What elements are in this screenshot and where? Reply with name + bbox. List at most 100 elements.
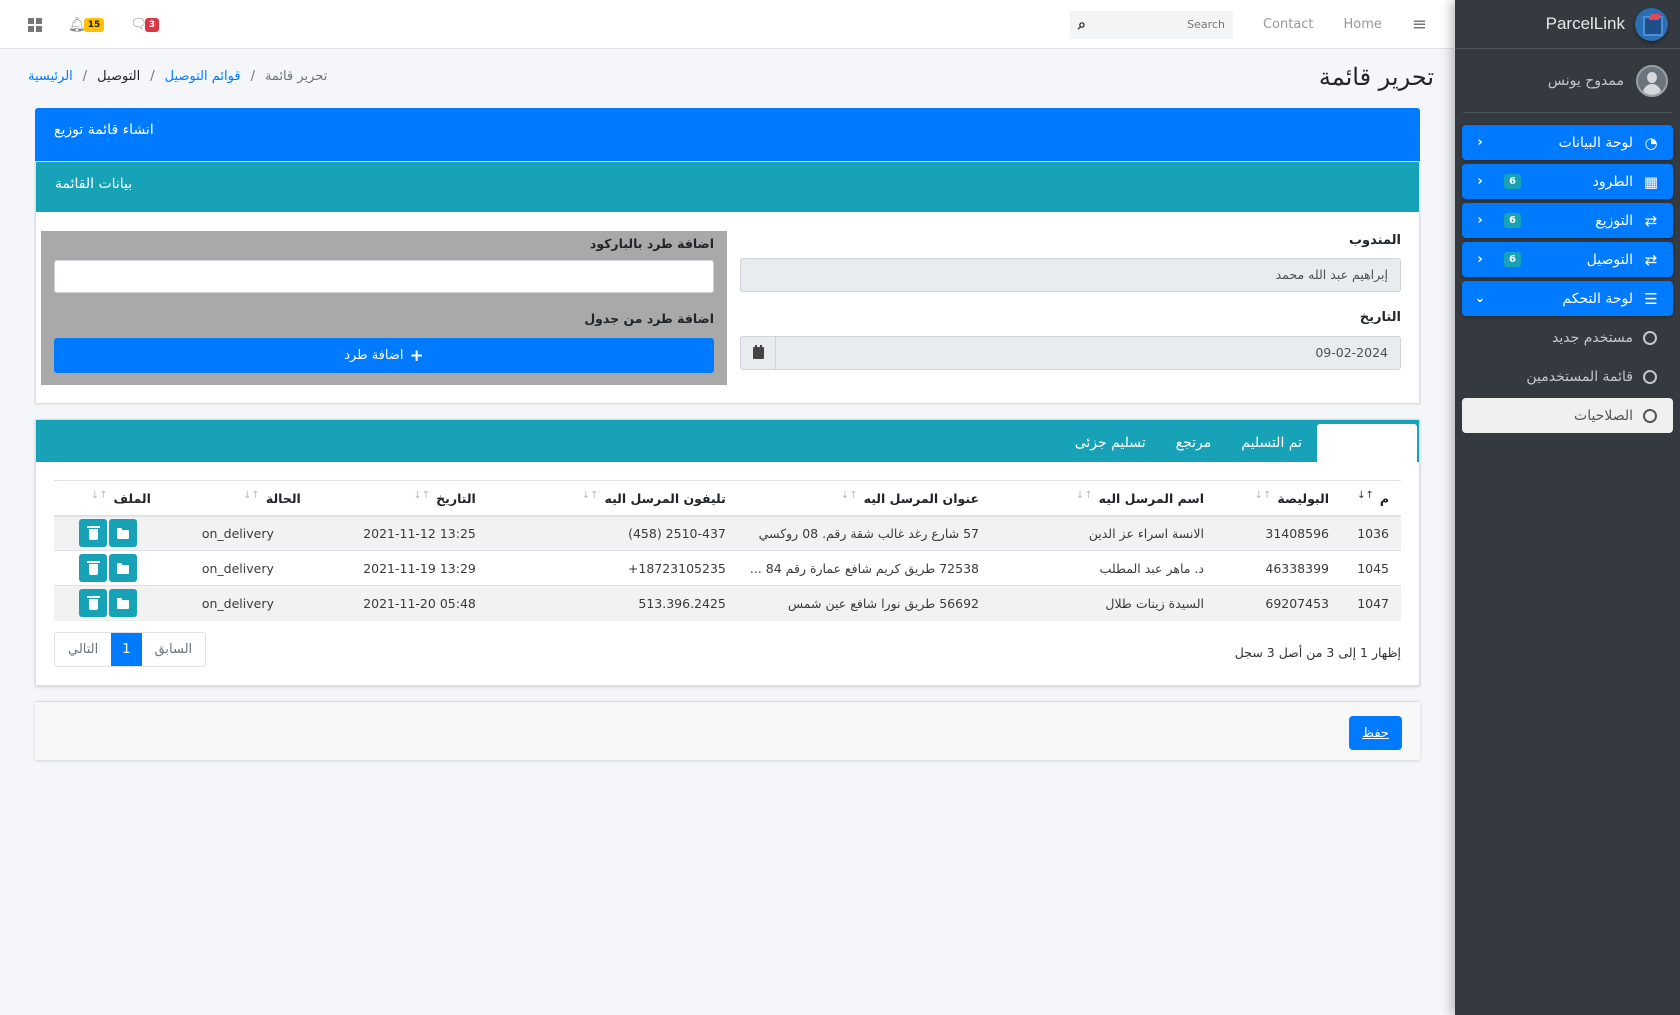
- cell-recipient-phone: +18723105235: [487, 550, 738, 586]
- cell-date: 05:48 2021-11-20: [312, 585, 488, 621]
- sort-icon: ↑↓: [1254, 489, 1272, 501]
- column-label: اسم المرسل اليه: [1098, 490, 1204, 506]
- open-file-button[interactable]: [109, 519, 138, 548]
- delete-button[interactable]: [79, 554, 108, 582]
- tab-delivered[interactable]: تم التسليم: [1226, 424, 1317, 462]
- cell-id: 1036: [1341, 515, 1401, 551]
- notifications-badge: 15: [83, 17, 105, 32]
- date-input-group: 09-02-2024: [740, 336, 1401, 370]
- breadcrumb-home[interactable]: الرئيسية: [28, 69, 73, 84]
- save-button[interactable]: حفظ: [1349, 716, 1402, 750]
- user-avatar-icon: [1636, 64, 1668, 97]
- section-title: بيانات القائمة: [55, 176, 133, 192]
- breadcrumb-delivery-lists[interactable]: قوائم التوصيل: [165, 69, 241, 84]
- card-title: انشاء قائمة توزيع: [54, 122, 154, 138]
- top-navbar: 🔔︎ 15 🗨︎ 3 ⌕ Contact Home ≡: [0, 0, 1455, 49]
- cell-id: 1047: [1341, 585, 1401, 621]
- breadcrumb-current: تحرير قائمة: [264, 69, 328, 84]
- column-header-recipient-phone[interactable]: تليفون المرسل اليه ↑↓: [487, 480, 738, 517]
- sort-icon: ↑↓: [413, 489, 431, 501]
- sidebar-subitem-users-list[interactable]: قائمة المستخدمين: [1462, 359, 1673, 394]
- sidebar-item-parcels[interactable]: ▦ الطرود 6 ‹: [1462, 164, 1673, 199]
- table-info: إظهار 1 إلى 3 من أصل 3 سجل: [1234, 645, 1401, 660]
- menu-toggle-icon[interactable]: ≡: [1412, 14, 1427, 35]
- cell-recipient-address: 72538 طريق كريم شافع عمارة رقم 84 ...: [737, 550, 991, 586]
- cell-id: 1045: [1341, 550, 1401, 586]
- pagination-previous[interactable]: السابق: [142, 633, 206, 666]
- table-area: م ↑↓ البوليصة ↑↓ اسم المرسل اليه ↑↓ عنوان ا…: [54, 480, 1401, 621]
- barcode-label: اضافة طرد بالباركود: [589, 236, 714, 251]
- date-field[interactable]: 09-02-2024: [775, 336, 1401, 370]
- brand-link[interactable]: ParcelLink: [1455, 0, 1680, 49]
- delete-button[interactable]: [79, 589, 108, 618]
- phone-text: 513.396.2425: [638, 595, 726, 611]
- parcels-tabs-card: تم التسليم مرتجع تسليم جزئى م ↑↓ البوليصة…: [35, 419, 1420, 686]
- cell-actions: [54, 515, 163, 551]
- sidebar-subitem-label: قائمة المستخدمين: [1526, 368, 1633, 385]
- sidebar-item-control-panel[interactable]: ☰ لوحة التحكم ⌄: [1462, 281, 1673, 316]
- cell-recipient-address: 56692 طريق نورا شافع عين شمس: [737, 585, 991, 621]
- user-panel[interactable]: ممدوح يونس: [1463, 49, 1672, 113]
- breadcrumb-separator: /: [82, 69, 88, 84]
- notifications-button[interactable]: 🔔︎ 15: [68, 17, 105, 33]
- chevron-down-icon: ⌄: [1474, 291, 1486, 306]
- column-header-date[interactable]: التاريخ ↑↓: [312, 480, 488, 517]
- add-parcel-button[interactable]: + اضافة طرد: [54, 338, 714, 373]
- sidebar-item-label: لوحة التحكم: [1562, 290, 1633, 307]
- cell-status: on_delivery: [162, 550, 313, 586]
- apps-grid-icon[interactable]: [28, 17, 42, 32]
- sort-icon: ↑↓: [581, 489, 599, 501]
- cell-recipient-phone: 513.396.2425: [487, 585, 738, 621]
- pagination-page-1[interactable]: 1: [111, 633, 142, 666]
- sort-icon: ↑↓: [840, 489, 858, 501]
- delete-button[interactable]: [79, 519, 108, 548]
- barcode-input[interactable]: [54, 260, 714, 293]
- column-header-recipient-name[interactable]: اسم المرسل اليه ↑↓: [991, 480, 1216, 517]
- trash-icon: [86, 525, 100, 540]
- cell-recipient-name: السيدة زينات طلال: [991, 585, 1216, 621]
- sidebar-subitem-label: مستخدم جديد: [1552, 329, 1633, 346]
- column-header-file[interactable]: الملف ↑↓: [54, 480, 163, 517]
- cell-date: 13:25 2021-11-12: [312, 515, 488, 551]
- messages-button[interactable]: 🗨︎ 3: [130, 17, 160, 32]
- sort-icon: ↑↓: [243, 489, 260, 501]
- sidebar-item-dashboard[interactable]: ◔ لوحة البيانات ‹: [1462, 125, 1673, 160]
- nav-link-contact[interactable]: Contact: [1263, 17, 1314, 32]
- column-label: التاريخ: [436, 490, 476, 506]
- column-header-status[interactable]: الحالة ↑↓: [162, 480, 313, 517]
- column-header-recipient-address[interactable]: عنوان المرسل اليه ↑↓: [737, 480, 991, 517]
- tab-returned[interactable]: مرتجع: [1161, 424, 1227, 462]
- table-row: 1036 31408596 الانسة اسراء عز الدين 57 ش…: [54, 515, 1401, 551]
- open-file-button[interactable]: [109, 589, 138, 618]
- nav-link-home[interactable]: Home: [1344, 17, 1382, 32]
- pagination-next[interactable]: التالي: [55, 633, 111, 666]
- column-header-id[interactable]: م ↑↓: [1341, 480, 1401, 517]
- column-label: الملف: [113, 490, 151, 506]
- cell-actions: [54, 585, 163, 621]
- sidebar-subitem-permissions[interactable]: الصلاحيات: [1462, 398, 1673, 433]
- column-header-policy[interactable]: البوليصة ↑↓: [1216, 480, 1341, 517]
- brand-name: ParcelLink: [1545, 14, 1625, 33]
- sidebar-subitem-new-user[interactable]: مستخدم جديد: [1462, 320, 1673, 355]
- phone-text: +18723105235: [627, 560, 726, 576]
- card-footer: حفظ: [35, 701, 1420, 760]
- sidebar-item-distribution[interactable]: ⇄ التوزيع 6 ‹: [1462, 203, 1673, 238]
- breadcrumb: الرئيسية / التوصيل / قوائم التوصيل / تحر…: [28, 69, 327, 84]
- tab-current[interactable]: [1317, 424, 1417, 462]
- cell-recipient-name: د. ماهر عبد المطلب: [991, 550, 1216, 586]
- delegate-field[interactable]: إبراهيم عبد الله محمد: [740, 258, 1401, 292]
- date-addon[interactable]: [740, 336, 775, 370]
- tab-partial-delivery[interactable]: تسليم جزئى: [1060, 424, 1161, 462]
- sort-icon: ↑↓: [90, 489, 108, 501]
- open-file-button[interactable]: [109, 554, 138, 582]
- list-data-body: اضافة طرد بالباركود اضافة طرد من جدول + …: [36, 212, 1419, 403]
- parcels-table: م ↑↓ البوليصة ↑↓ اسم المرسل اليه ↑↓ عنوان ا…: [54, 480, 1401, 621]
- folder-icon: [117, 597, 130, 609]
- sidebar: ParcelLink ممدوح يونس ◔ لوحة البيانات ‹ …: [1455, 0, 1680, 1015]
- sidebar-item-delivery[interactable]: ⇄ التوصيل 6 ‹: [1462, 242, 1673, 277]
- breadcrumb-separator: /: [150, 69, 155, 84]
- boxes-icon: ▦: [1643, 172, 1659, 191]
- search-icon[interactable]: ⌕: [1078, 17, 1086, 33]
- dashboard-gauge-icon: ◔: [1644, 133, 1658, 152]
- search-input[interactable]: [1104, 18, 1225, 31]
